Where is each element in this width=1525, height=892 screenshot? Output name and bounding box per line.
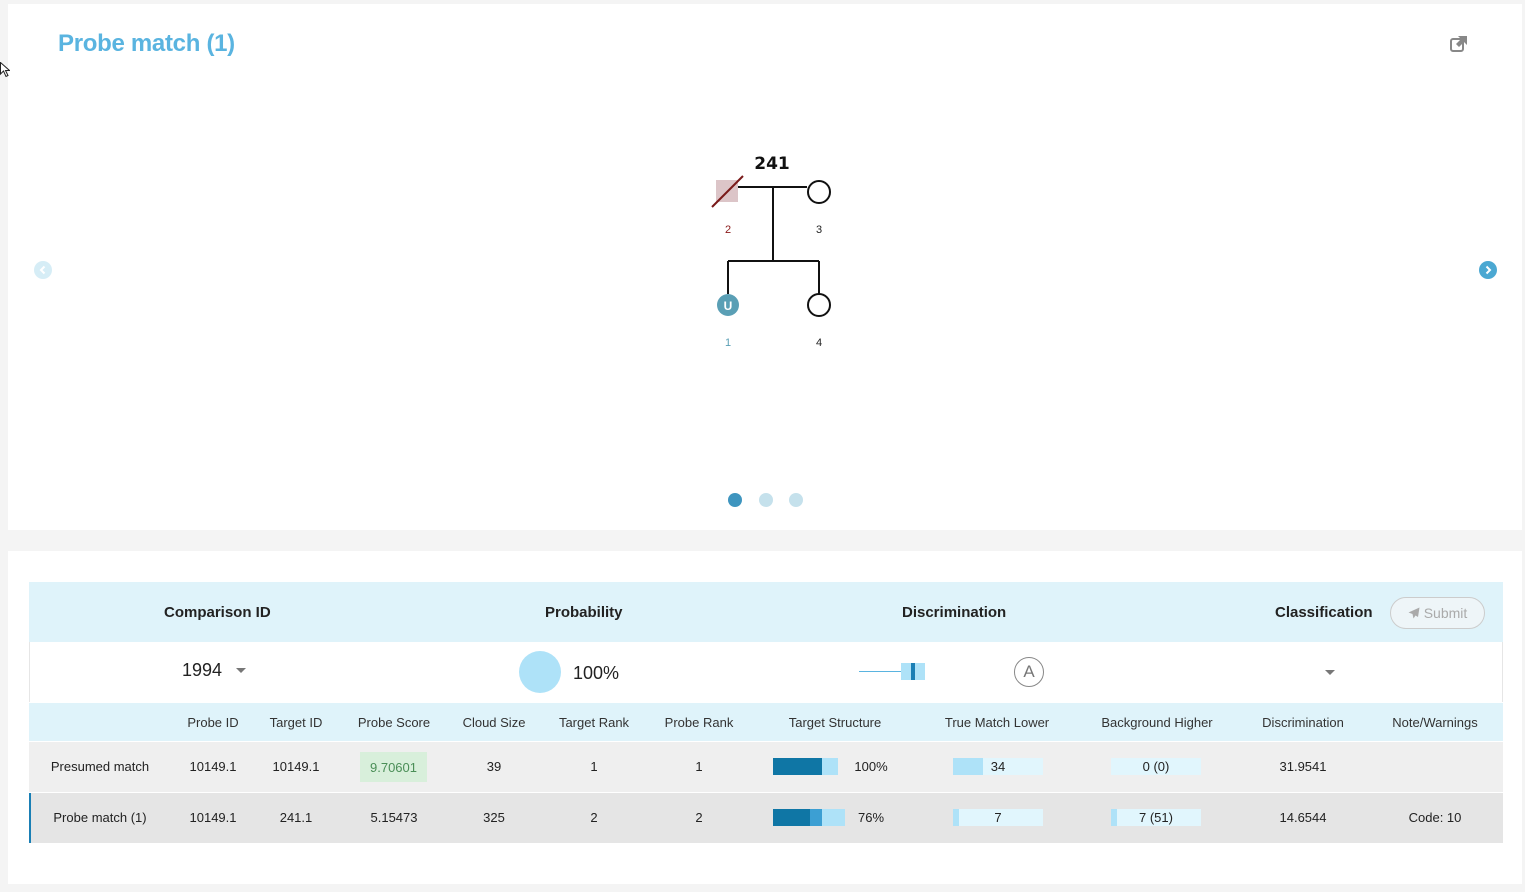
cloud-size-cell: 39 xyxy=(486,759,502,774)
mouse-cursor-icon xyxy=(0,62,10,78)
comparison-id-value: 1994 xyxy=(182,660,223,680)
target-structure-fill xyxy=(773,809,810,826)
discrimination-cell: 31.9541 xyxy=(1279,759,1327,774)
target-structure-value: 100% xyxy=(854,759,888,774)
col-target-rank: Target Rank xyxy=(558,715,630,730)
carousel-dot-2[interactable] xyxy=(759,493,773,507)
cloud-size-cell: 325 xyxy=(483,810,505,825)
probability-header: Probability xyxy=(545,604,623,621)
background-higher-value: 0 (0) xyxy=(1142,759,1170,774)
discrimination-header: Discrimination xyxy=(902,604,1007,621)
probe-score-badge: 9.70601 xyxy=(360,752,427,782)
background-higher-value: 7 (51) xyxy=(1139,810,1173,825)
member-label-2: 2 xyxy=(724,224,732,236)
target-structure-mid xyxy=(810,809,822,826)
pedigree-chart: 241 U 2 3 1 4 xyxy=(688,144,858,364)
summary-values: 1994 100% A xyxy=(29,642,1503,702)
col-note-warnings: Note/Warnings xyxy=(1392,715,1478,730)
carousel-dots xyxy=(728,493,818,509)
target-structure-fill xyxy=(773,758,822,775)
table-row[interactable]: Presumed match 10149.1 10149.1 9.70601 3… xyxy=(29,742,1503,792)
target-rank-cell: 2 xyxy=(590,810,598,825)
discrimination-cell: 14.6544 xyxy=(1279,810,1327,825)
col-cloud-size: Cloud Size xyxy=(462,715,526,730)
comparison-id-header: Comparison ID xyxy=(164,604,271,621)
unknown-marker: U xyxy=(724,299,733,313)
chevron-down-icon xyxy=(1325,669,1335,675)
comparison-panel: Comparison ID Probability Discrimination… xyxy=(8,551,1522,884)
chevron-left-icon xyxy=(39,265,46,275)
background-higher-bar: 7 (51) xyxy=(1111,809,1201,826)
summary-header: Comparison ID Probability Discrimination… xyxy=(29,582,1503,642)
chevron-right-icon xyxy=(1485,265,1492,275)
classification-header: Classification xyxy=(1275,604,1373,621)
col-target-structure: Target Structure xyxy=(788,715,882,730)
member-3-female[interactable] xyxy=(807,180,831,204)
row-name: Probe match (1) xyxy=(53,810,147,825)
submit-button[interactable]: Submit xyxy=(1390,597,1485,629)
target-id-cell: 241.1 xyxy=(279,810,313,825)
target-rank-cell: 1 xyxy=(590,759,598,774)
chevron-down-icon xyxy=(236,668,247,673)
discrimination-scale-line xyxy=(859,671,901,672)
col-probe-id: Probe ID xyxy=(187,715,239,730)
col-discrimination: Discrimination xyxy=(1262,715,1344,730)
target-structure-bar xyxy=(773,758,838,775)
true-match-lower-value: 7 xyxy=(994,810,1002,825)
background-higher-bar: 0 (0) xyxy=(1111,758,1201,775)
col-true-match-lower: True Match Lower xyxy=(944,715,1050,730)
target-structure-bar xyxy=(773,809,845,826)
probe-score-cell: 5.15473 xyxy=(370,810,418,825)
discrimination-grade: A xyxy=(1014,657,1044,687)
pedigree-panel: Probe match (1) 241 U 2 3 1 4 xyxy=(8,4,1522,530)
col-background-higher: Background Higher xyxy=(1101,715,1213,730)
carousel-dot-3[interactable] xyxy=(789,493,803,507)
table-row[interactable]: Probe match (1) 10149.1 241.1 5.15473 32… xyxy=(29,793,1503,843)
true-match-lower-value: 34 xyxy=(990,759,1006,774)
probe-id-cell: 10149.1 xyxy=(189,759,237,774)
true-match-lower-bar: 34 xyxy=(953,758,1043,775)
probe-rank-cell: 1 xyxy=(695,759,703,774)
carousel-next-button[interactable] xyxy=(1479,261,1497,279)
member-label-4: 4 xyxy=(815,337,823,349)
probability-value: 100% xyxy=(573,663,620,683)
member-label-3: 3 xyxy=(815,224,823,236)
target-structure-value: 76% xyxy=(857,810,885,825)
note-cell: Code: 10 xyxy=(1408,810,1462,825)
popout-icon[interactable] xyxy=(1449,34,1469,54)
paper-plane-icon xyxy=(1408,607,1420,619)
col-probe-rank: Probe Rank xyxy=(664,715,734,730)
carousel-dot-1[interactable] xyxy=(728,493,742,507)
panel-title: Probe match (1) xyxy=(58,30,235,57)
row-name: Presumed match xyxy=(50,759,150,774)
member-label-1: 1 xyxy=(724,337,732,349)
col-probe-score: Probe Score xyxy=(357,715,431,730)
probe-id-cell: 10149.1 xyxy=(189,810,237,825)
true-match-lower-bar: 7 xyxy=(953,809,1043,826)
submit-label: Submit xyxy=(1423,605,1468,621)
carousel-prev-button[interactable] xyxy=(34,261,52,279)
classification-select[interactable] xyxy=(1320,662,1340,682)
probe-rank-cell: 2 xyxy=(695,810,703,825)
discrimination-scale-marker xyxy=(911,663,915,680)
comparison-id-select[interactable]: 1994 xyxy=(182,660,247,681)
table-header-row: Probe ID Target ID Probe Score Cloud Siz… xyxy=(29,703,1503,741)
col-target-id: Target ID xyxy=(269,715,323,730)
probability-indicator xyxy=(519,651,561,693)
member-4-female[interactable] xyxy=(807,293,831,317)
target-id-cell: 10149.1 xyxy=(272,759,320,774)
